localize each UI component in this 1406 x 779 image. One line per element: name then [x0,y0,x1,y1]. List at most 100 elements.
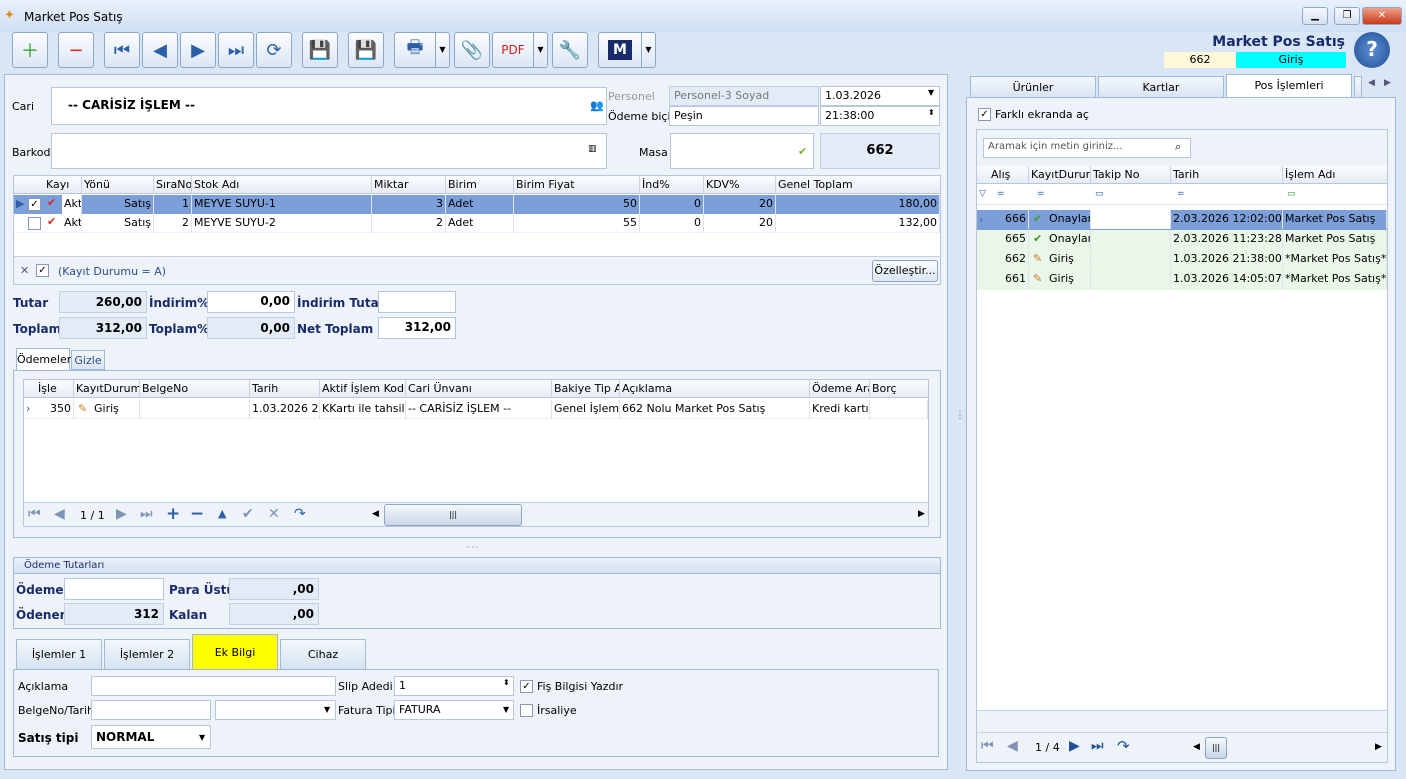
col-birim[interactable]: Birim [446,176,514,194]
col-takip-no[interactable]: Takip No [1091,166,1171,184]
last-record-button[interactable]: ⏭ [218,32,254,68]
fatura-dropdown-icon[interactable]: ▼ [503,705,509,714]
last-page-icon[interactable]: ⏭ [140,506,153,522]
pos-scrollbar[interactable]: ||| [1205,737,1227,759]
tab-urunler[interactable]: Ürünler [970,76,1096,98]
time-spinner-icon[interactable]: ⬍ [928,108,935,117]
next-page-icon[interactable]: ▶ [1069,738,1080,754]
cari-field[interactable]: -- CARİSİZ İŞLEM -- [51,87,607,125]
row-checkbox[interactable]: ✓ [28,198,41,211]
col-bakiye-tip[interactable]: Bakiye Tip Ac [552,380,620,398]
add-row-icon[interactable]: + [166,504,180,524]
scroll-left-icon[interactable]: ◀ [1193,742,1200,752]
col-odeme-araci[interactable]: Ödeme Ara [810,380,870,398]
print-dropdown[interactable]: ▼ [436,32,450,68]
slip-adedi-field[interactable]: 1 [394,676,514,696]
aciklama-field[interactable] [91,676,336,696]
slip-spinner-icon[interactable]: ⬍ [503,678,510,687]
splitter-handle[interactable]: ····· [466,543,479,552]
close-button[interactable]: ✕ [1362,7,1402,25]
tab-gizle[interactable]: Gizle [71,350,105,370]
odeme-bicimi-field[interactable]: Peşin [669,106,819,126]
tab-scroll-right-icon[interactable]: ▶ [1384,78,1391,88]
last-page-icon[interactable]: ⏭ [1091,738,1104,754]
tab-islemler-2[interactable]: İşlemler 2 [104,639,190,669]
time-field[interactable]: 21:38:00 [820,106,940,126]
col-isle[interactable]: İşle [36,380,74,398]
table-row[interactable]: 665 ✔ Onaylar 2.03.2026 11:23:28 Market … [977,230,1387,250]
row-checkbox[interactable] [28,217,41,230]
col-tarih[interactable]: Tarih [250,380,320,398]
filter-checkbox[interactable]: ✓ [36,264,49,277]
edit-row-icon[interactable]: ▲ [218,507,226,520]
filter-text[interactable]: (Kayıt Durumu = A) [58,265,166,278]
col-islem-adi[interactable]: İşlem Adı [1283,166,1387,184]
payments-scrollbar[interactable]: ||| [384,504,522,526]
refresh-button[interactable]: ⟳ [256,32,292,68]
belge-no-field[interactable] [91,700,211,720]
col-miktar[interactable]: Miktar [372,176,446,194]
maximize-button[interactable]: ❐ [1334,7,1360,25]
tab-scroll-left-icon[interactable]: ◀ [1368,78,1375,88]
col-stok-adi[interactable]: Stok Adı [192,176,372,194]
irsaliye-checkbox[interactable] [520,704,533,717]
search-icon[interactable]: ⌕ [1175,140,1181,154]
col-kayit[interactable]: Kayı [44,176,82,194]
people-icon[interactable]: 👥 [590,99,604,112]
personel-field[interactable]: Personel-3 Soyad [669,86,819,106]
satis-tipi-dropdown-icon[interactable]: ▼ [199,733,205,742]
tab-ek-bilgi[interactable]: Ek Bilgi [192,634,278,670]
date-field[interactable]: 1.03.2026 [820,86,940,106]
scroll-left-icon[interactable]: ◀ [372,509,379,519]
save-button[interactable]: 💾 [302,32,338,68]
indirim-tutar-field[interactable] [378,291,456,313]
tab-islemler-1[interactable]: İşlemler 1 [16,639,102,669]
scroll-right-icon[interactable]: ▶ [1375,742,1382,752]
table-row[interactable]: 662 ✎ Giriş 1.03.2026 21:38:00 *Market P… [977,250,1387,270]
col-kayitdurum[interactable]: KayıtDurum [1029,166,1091,184]
next-record-button[interactable]: ▶ [180,32,216,68]
prev-page-icon[interactable]: ◀ [1007,738,1018,754]
pdf-button[interactable]: PDF [492,32,534,68]
col-yonu[interactable]: Yönü [82,176,154,194]
prev-page-icon[interactable]: ◀ [54,506,65,522]
tab-pos-islemleri[interactable]: Pos İşlemleri [1226,74,1352,98]
refresh-grid-icon[interactable]: ↷ [294,506,306,522]
save-close-button[interactable]: 💾 [348,32,384,68]
remove-row-icon[interactable]: − [190,504,204,524]
first-record-button[interactable]: ⏮ [104,32,140,68]
col-birim-fiyat[interactable]: Birim Fiyat [514,176,640,194]
m-button[interactable]: M [598,32,642,68]
col-tarih-right[interactable]: Tarih [1171,166,1283,184]
masa-field[interactable] [670,133,814,169]
col-aciklama[interactable]: Açıklama [620,380,810,398]
col-alis[interactable]: Alış [989,166,1029,184]
cancel-row-icon[interactable]: ✕ [268,506,280,522]
attach-button[interactable]: 📎 [454,32,490,68]
tab-odemeler[interactable]: Ödemeler [16,348,71,370]
search-input[interactable]: Aramak için metin giriniz... [983,138,1191,158]
date-dropdown-icon[interactable]: ▼ [928,88,934,97]
clear-filter-icon[interactable]: ✕ [20,264,29,277]
m-dropdown[interactable]: ▼ [642,32,656,68]
col-kayitdurumu[interactable]: KayıtDurumu [74,380,140,398]
odeme-field[interactable] [64,578,164,600]
col-cari-unvani[interactable]: Cari Ünvanı [406,380,552,398]
auto-filter-row[interactable]: ▽ = = ▭ = ▭ [977,185,1387,205]
minimize-button[interactable]: ▁ [1302,7,1328,25]
fatura-tipi-select[interactable]: FATURA [394,700,514,720]
barcode-icon[interactable]: ▥ [588,144,597,154]
previous-record-button[interactable]: ◀ [142,32,178,68]
post-row-icon[interactable]: ✔ [242,506,254,522]
belge-tarih-field[interactable] [215,700,336,720]
tools-button[interactable]: 🔧 [552,32,588,68]
new-document-button[interactable]: ＋ [12,32,48,68]
first-page-icon[interactable]: ⏮ [981,738,994,754]
indirim-pct-field[interactable]: 0,00 [207,291,295,313]
next-page-icon[interactable]: ▶ [116,506,127,522]
vertical-splitter[interactable]: ⋮ [955,410,965,421]
col-ind[interactable]: İnd% [640,176,704,194]
refresh-grid-icon[interactable]: ↷ [1117,737,1130,755]
col-aktif-islem-kodu[interactable]: Aktif İşlem Kodu [320,380,406,398]
satis-tipi-select[interactable]: NORMAL [91,725,211,749]
